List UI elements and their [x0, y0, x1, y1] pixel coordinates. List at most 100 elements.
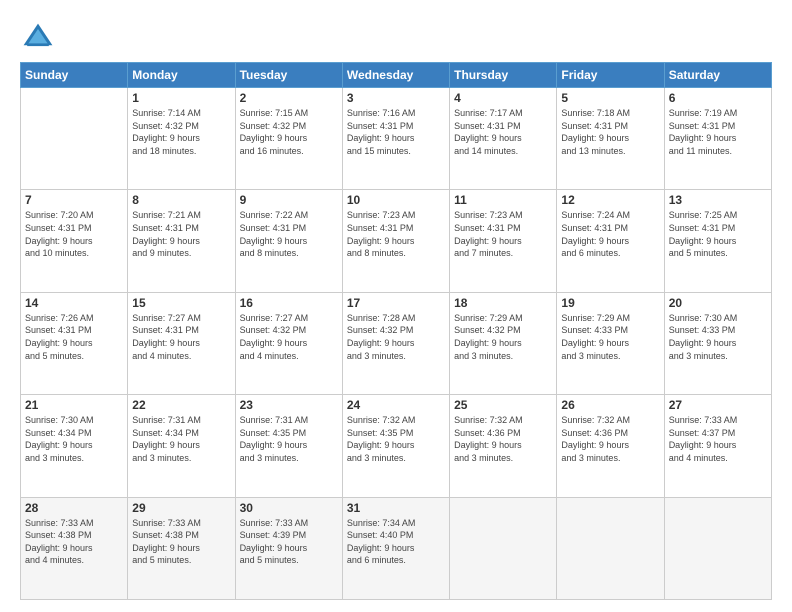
day-number: 23: [240, 398, 338, 412]
day-number: 11: [454, 193, 552, 207]
day-number: 17: [347, 296, 445, 310]
calendar-cell: 14Sunrise: 7:26 AM Sunset: 4:31 PM Dayli…: [21, 292, 128, 394]
calendar-cell: 21 Sunrise: 7:30 AM Sunset: 4:34 PM Dayli…: [21, 395, 128, 497]
day-info: Sunrise: 7:28 AM Sunset: 4:32 PM Dayligh…: [347, 312, 445, 362]
calendar-cell: 25 Sunrise: 7:32 AM Sunset: 4:36 PM Dayli…: [450, 395, 557, 497]
week-row-2: 7 Sunrise: 7:20 AM Sunset: 4:31 PM Daylig…: [21, 190, 772, 292]
day-number: 12: [561, 193, 659, 207]
calendar-table: SundayMondayTuesdayWednesdayThursdayFrid…: [20, 62, 772, 600]
day-number: 25: [454, 398, 552, 412]
calendar-cell: 4 Sunrise: 7:17 AM Sunset: 4:31 PM Daylig…: [450, 88, 557, 190]
day-info: Sunrise: 7:17 AM Sunset: 4:31 PM Dayligh…: [454, 107, 552, 157]
day-info: Sunrise: 7:32 AM Sunset: 4:36 PM Dayligh…: [454, 414, 552, 464]
day-info: Sunrise: 7:14 AM Sunset: 4:32 PM Dayligh…: [132, 107, 230, 157]
calendar-cell: 8 Sunrise: 7:21 AM Sunset: 4:31 PM Daylig…: [128, 190, 235, 292]
calendar-cell: 28 Sunrise: 7:33 AM Sunset: 4:38 PM Dayli…: [21, 497, 128, 599]
week-row-1: 1 Sunrise: 7:14 AM Sunset: 4:32 PM Daylig…: [21, 88, 772, 190]
day-number: 31: [347, 501, 445, 515]
day-number: 15: [132, 296, 230, 310]
day-number: 22: [132, 398, 230, 412]
day-number: 21: [25, 398, 123, 412]
day-info: Sunrise: 7:29 AM Sunset: 4:32 PM Dayligh…: [454, 312, 552, 362]
day-number: 13: [669, 193, 767, 207]
day-info: Sunrise: 7:34 AM Sunset: 4:40 PM Dayligh…: [347, 517, 445, 567]
weekday-header-sunday: Sunday: [21, 63, 128, 88]
calendar-cell: 12Sunrise: 7:24 AM Sunset: 4:31 PM Dayli…: [557, 190, 664, 292]
calendar-cell: 23 Sunrise: 7:31 AM Sunset: 4:35 PM Dayli…: [235, 395, 342, 497]
calendar-cell: 17 Sunrise: 7:28 AM Sunset: 4:32 PM Dayli…: [342, 292, 449, 394]
calendar-cell: 15 Sunrise: 7:27 AM Sunset: 4:31 PM Dayli…: [128, 292, 235, 394]
calendar-cell: 26Sunrise: 7:32 AM Sunset: 4:36 PM Dayli…: [557, 395, 664, 497]
weekday-header-friday: Friday: [557, 63, 664, 88]
day-number: 1: [132, 91, 230, 105]
calendar-cell: 19 Sunrise: 7:29 AM Sunset: 4:33 PM Dayli…: [557, 292, 664, 394]
calendar-cell: 30 Sunrise: 7:33 AM Sunset: 4:39 PM Dayli…: [235, 497, 342, 599]
day-info: Sunrise: 7:33 AM Sunset: 4:37 PM Dayligh…: [669, 414, 767, 464]
weekday-header-monday: Monday: [128, 63, 235, 88]
day-info: Sunrise: 7:33 AM Sunset: 4:38 PM Dayligh…: [132, 517, 230, 567]
day-info: Sunrise: 7:15 AM Sunset: 4:32 PM Dayligh…: [240, 107, 338, 157]
day-info: Sunrise: 7:30 AM Sunset: 4:33 PM Dayligh…: [669, 312, 767, 362]
calendar-cell: 24Sunrise: 7:32 AM Sunset: 4:35 PM Dayli…: [342, 395, 449, 497]
calendar-cell: 3 Sunrise: 7:16 AM Sunset: 4:31 PM Daylig…: [342, 88, 449, 190]
day-info: Sunrise: 7:21 AM Sunset: 4:31 PM Dayligh…: [132, 209, 230, 259]
calendar-cell: 29 Sunrise: 7:33 AM Sunset: 4:38 PM Dayli…: [128, 497, 235, 599]
calendar-cell: [557, 497, 664, 599]
day-number: 9: [240, 193, 338, 207]
day-number: 7: [25, 193, 123, 207]
week-row-5: 28 Sunrise: 7:33 AM Sunset: 4:38 PM Dayli…: [21, 497, 772, 599]
calendar-cell: 5Sunrise: 7:18 AM Sunset: 4:31 PM Daylig…: [557, 88, 664, 190]
day-info: Sunrise: 7:16 AM Sunset: 4:31 PM Dayligh…: [347, 107, 445, 157]
calendar-cell: 1 Sunrise: 7:14 AM Sunset: 4:32 PM Daylig…: [128, 88, 235, 190]
day-info: Sunrise: 7:27 AM Sunset: 4:31 PM Dayligh…: [132, 312, 230, 362]
day-info: Sunrise: 7:33 AM Sunset: 4:39 PM Dayligh…: [240, 517, 338, 567]
day-number: 19: [561, 296, 659, 310]
calendar-cell: 20 Sunrise: 7:30 AM Sunset: 4:33 PM Dayli…: [664, 292, 771, 394]
logo-icon: [20, 20, 56, 56]
day-number: 30: [240, 501, 338, 515]
calendar-cell: 13Sunrise: 7:25 AM Sunset: 4:31 PM Dayli…: [664, 190, 771, 292]
day-number: 3: [347, 91, 445, 105]
day-number: 18: [454, 296, 552, 310]
calendar-cell: 2Sunrise: 7:15 AM Sunset: 4:32 PM Daylig…: [235, 88, 342, 190]
day-info: Sunrise: 7:23 AM Sunset: 4:31 PM Dayligh…: [454, 209, 552, 259]
day-info: Sunrise: 7:27 AM Sunset: 4:32 PM Dayligh…: [240, 312, 338, 362]
day-info: Sunrise: 7:23 AM Sunset: 4:31 PM Dayligh…: [347, 209, 445, 259]
calendar-cell: 7 Sunrise: 7:20 AM Sunset: 4:31 PM Daylig…: [21, 190, 128, 292]
day-info: Sunrise: 7:33 AM Sunset: 4:38 PM Dayligh…: [25, 517, 123, 567]
day-info: Sunrise: 7:20 AM Sunset: 4:31 PM Dayligh…: [25, 209, 123, 259]
page: SundayMondayTuesdayWednesdayThursdayFrid…: [0, 0, 792, 612]
calendar-cell: 27 Sunrise: 7:33 AM Sunset: 4:37 PM Dayli…: [664, 395, 771, 497]
day-number: 16: [240, 296, 338, 310]
day-info: Sunrise: 7:29 AM Sunset: 4:33 PM Dayligh…: [561, 312, 659, 362]
day-number: 4: [454, 91, 552, 105]
weekday-header-saturday: Saturday: [664, 63, 771, 88]
day-info: Sunrise: 7:32 AM Sunset: 4:35 PM Dayligh…: [347, 414, 445, 464]
calendar-header: SundayMondayTuesdayWednesdayThursdayFrid…: [21, 63, 772, 88]
day-number: 29: [132, 501, 230, 515]
calendar-cell: 16 Sunrise: 7:27 AM Sunset: 4:32 PM Dayli…: [235, 292, 342, 394]
weekday-header-wednesday: Wednesday: [342, 63, 449, 88]
calendar-cell: 18 Sunrise: 7:29 AM Sunset: 4:32 PM Dayli…: [450, 292, 557, 394]
day-number: 20: [669, 296, 767, 310]
day-number: 27: [669, 398, 767, 412]
calendar-cell: [21, 88, 128, 190]
calendar-cell: 22 Sunrise: 7:31 AM Sunset: 4:34 PM Dayli…: [128, 395, 235, 497]
day-number: 14: [25, 296, 123, 310]
day-info: Sunrise: 7:30 AM Sunset: 4:34 PM Dayligh…: [25, 414, 123, 464]
week-row-4: 21 Sunrise: 7:30 AM Sunset: 4:34 PM Dayli…: [21, 395, 772, 497]
day-number: 5: [561, 91, 659, 105]
day-info: Sunrise: 7:31 AM Sunset: 4:34 PM Dayligh…: [132, 414, 230, 464]
weekday-header-tuesday: Tuesday: [235, 63, 342, 88]
day-number: 8: [132, 193, 230, 207]
week-row-3: 14Sunrise: 7:26 AM Sunset: 4:31 PM Dayli…: [21, 292, 772, 394]
calendar-cell: 9Sunrise: 7:22 AM Sunset: 4:31 PM Daylig…: [235, 190, 342, 292]
calendar-cell: [450, 497, 557, 599]
day-number: 10: [347, 193, 445, 207]
calendar-cell: 11 Sunrise: 7:23 AM Sunset: 4:31 PM Dayli…: [450, 190, 557, 292]
day-number: 26: [561, 398, 659, 412]
day-number: 6: [669, 91, 767, 105]
day-info: Sunrise: 7:31 AM Sunset: 4:35 PM Dayligh…: [240, 414, 338, 464]
calendar-cell: [664, 497, 771, 599]
day-number: 28: [25, 501, 123, 515]
